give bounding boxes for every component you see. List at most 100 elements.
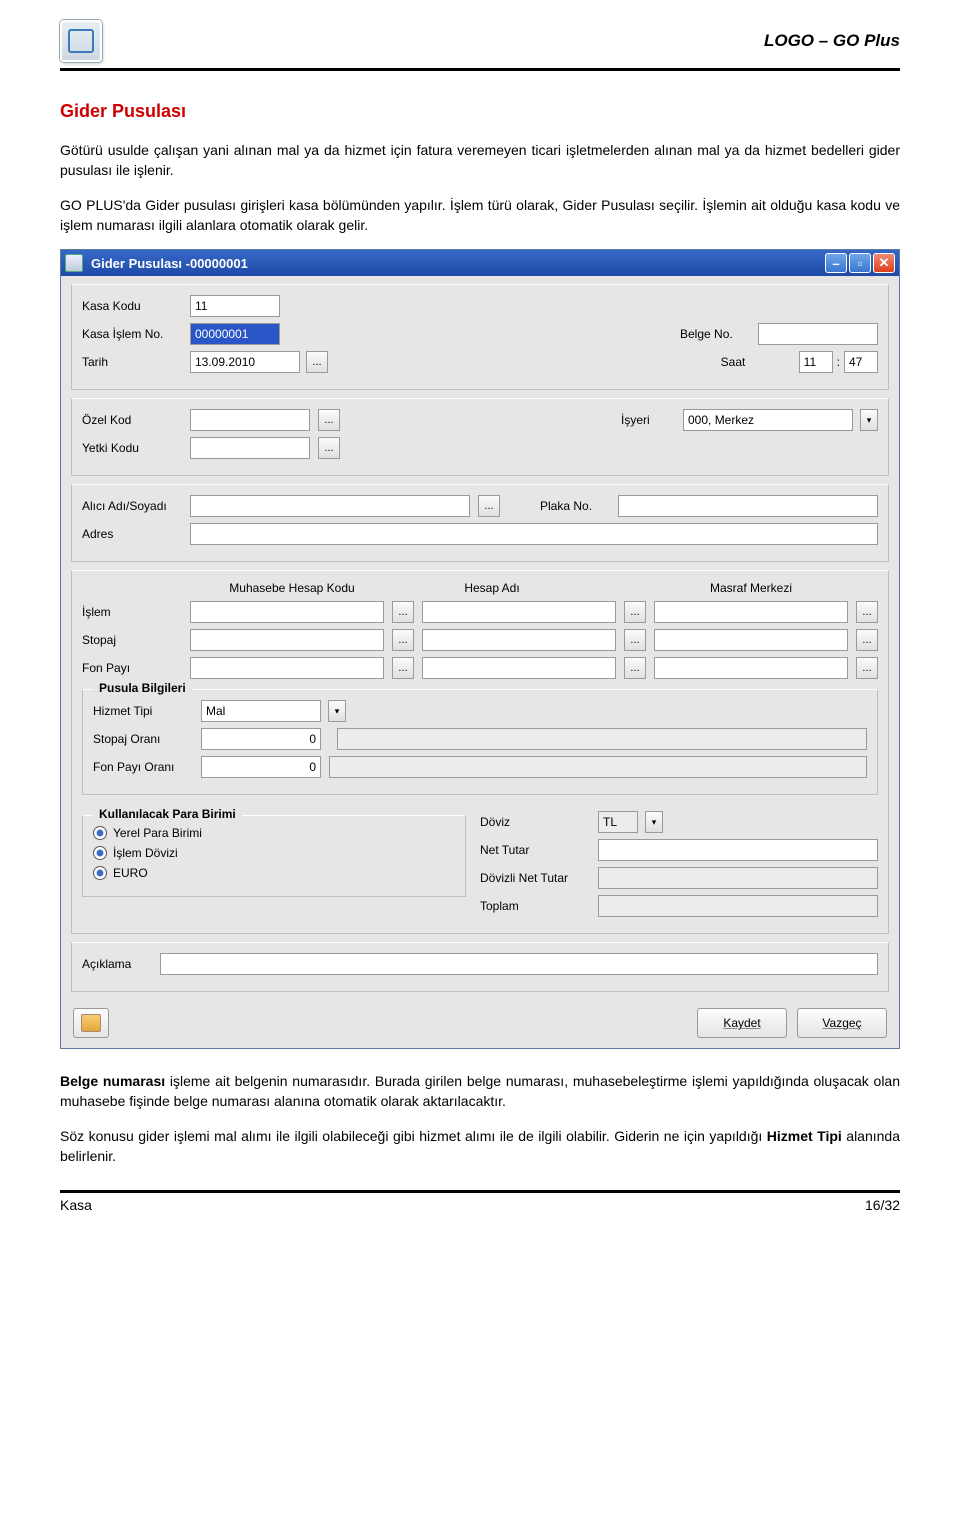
save-button[interactable]: Kaydet [697,1008,787,1038]
footer-right: 16/32 [865,1197,900,1213]
ozel-kod-lookup-button[interactable]: ... [318,409,340,431]
radio-islem-dovizi[interactable]: İşlem Dövizi [93,846,455,860]
label-alici: Alıcı Adı/Soyadı [82,499,182,513]
date-picker-button[interactable]: ... [306,351,328,373]
window-title: Gider Pusulası -00000001 [91,256,825,271]
alici-lookup-button[interactable]: ... [478,495,500,517]
window-app-icon [65,254,83,272]
col-muh-kodu: Muhasebe Hesap Kodu [192,581,392,595]
input-plaka[interactable] [618,495,878,517]
hizmet-tipi-dropdown[interactable]: ▾ [328,700,346,722]
input-islem-muh[interactable] [190,601,384,623]
input-kasa-kodu[interactable] [190,295,280,317]
input-adres[interactable] [190,523,878,545]
panel-accounts: Muhasebe Hesap Kodu Hesap Adı Masraf Mer… [71,570,889,934]
paragraph-3: Belge numarası işleme ait belgenin numar… [60,1071,900,1112]
col-masraf: Masraf Merkezi [592,581,792,595]
legend-pusula: Pusula Bilgileri [93,681,192,695]
input-alici[interactable] [190,495,470,517]
stopaj-hesap-lookup[interactable]: ... [624,629,646,651]
titlebar[interactable]: Gider Pusulası -00000001 – ▫ ✕ [61,250,899,276]
isyeri-dropdown-button[interactable]: ▾ [860,409,878,431]
label-doviz: Döviz [480,815,590,829]
label-adres: Adres [82,527,182,541]
input-fonpayi-muh[interactable] [190,657,384,679]
para3-bold: Belge numarası [60,1073,165,1089]
input-stopaj-muh[interactable] [190,629,384,651]
label-aciklama: Açıklama [82,957,152,971]
group-pusula-bilgileri: Pusula Bilgileri Hizmet Tipi ▾ Stopaj Or… [82,689,878,795]
input-ozel-kod[interactable] [190,409,310,431]
panel-buyer: Alıcı Adı/Soyadı ... Plaka No. Adres [71,484,889,562]
islem-muh-lookup[interactable]: ... [392,601,414,623]
fonpayi-muh-lookup[interactable]: ... [392,657,414,679]
maximize-button[interactable]: ▫ [849,253,871,273]
label-stopaj: Stopaj [82,633,182,647]
input-tarih[interactable] [190,351,300,373]
input-stopaj-orani[interactable] [201,728,321,750]
input-islem-hesap[interactable] [422,601,616,623]
radio-euro[interactable]: EURO [93,866,455,880]
fonpayi-masraf-lookup[interactable]: ... [856,657,878,679]
input-dovizli-net [598,867,878,889]
islem-hesap-lookup[interactable]: ... [624,601,646,623]
para4-a: Söz konusu gider işlemi mal alımı ile il… [60,1128,767,1144]
label-belge-no: Belge No. [680,327,750,341]
radio-yerel[interactable]: Yerel Para Birimi [93,826,455,840]
label-tarih: Tarih [82,355,182,369]
page-header: LOGO – GO Plus [60,20,900,71]
stopaj-muh-lookup[interactable]: ... [392,629,414,651]
fonpayi-hesap-lookup[interactable]: ... [624,657,646,679]
label-toplam: Toplam [480,899,590,913]
radio-yerel-label: Yerel Para Birimi [113,826,202,840]
notes-button[interactable] [73,1008,109,1038]
doviz-dropdown[interactable]: ▾ [645,811,663,833]
input-saat-m[interactable] [844,351,878,373]
paragraph-2: GO PLUS'da Gider pusulası girişleri kasa… [60,195,900,236]
input-fonpayi-hesap[interactable] [422,657,616,679]
label-kasa-kodu: Kasa Kodu [82,299,182,313]
input-fon-payi-orani[interactable] [201,756,321,778]
footer-left: Kasa [60,1197,92,1213]
window-controls: – ▫ ✕ [825,253,895,273]
yetki-kodu-lookup-button[interactable]: ... [318,437,340,459]
minimize-button[interactable]: – [825,253,847,273]
input-fon-payi-amount [329,756,867,778]
page-footer: Kasa 16/32 [60,1190,900,1213]
islem-masraf-lookup[interactable]: ... [856,601,878,623]
cancel-button[interactable]: Vazgeç [797,1008,887,1038]
time-colon: : [837,355,840,369]
label-plaka: Plaka No. [540,499,610,513]
input-belge-no[interactable] [758,323,878,345]
button-bar: Kaydet Vazgeç [61,1000,899,1048]
input-saat-h[interactable] [799,351,833,373]
label-yetki-kodu: Yetki Kodu [82,441,182,455]
input-islem-masraf[interactable] [654,601,848,623]
input-kasa-islem-no[interactable] [190,323,280,345]
input-fonpayi-masraf[interactable] [654,657,848,679]
label-fon-payi-orani: Fon Payı Oranı [93,760,193,774]
input-stopaj-hesap[interactable] [422,629,616,651]
legend-currency: Kullanılacak Para Birimi [93,807,242,821]
logo-icon [60,20,102,62]
col-hesap-adi: Hesap Adı [392,581,592,595]
input-net-tutar[interactable] [598,839,878,861]
panel-codes: Özel Kod ... İşyeri ▾ Yetki Kodu ... [71,398,889,476]
input-aciklama[interactable] [160,953,878,975]
input-stopaj-amount [337,728,867,750]
label-net-tutar: Net Tutar [480,843,590,857]
para4-bold: Hizmet Tipi [767,1128,842,1144]
input-stopaj-masraf[interactable] [654,629,848,651]
close-button[interactable]: ✕ [873,253,895,273]
input-yetki-kodu[interactable] [190,437,310,459]
radio-icon [93,846,107,860]
input-isyeri[interactable] [683,409,853,431]
label-fon-payi: Fon Payı [82,661,182,675]
notes-icon [81,1014,101,1032]
label-saat: Saat [721,355,791,369]
label-isyeri: İşyeri [621,413,675,427]
brand-title: LOGO – GO Plus [764,31,900,51]
input-hizmet-tipi[interactable] [201,700,321,722]
stopaj-masraf-lookup[interactable]: ... [856,629,878,651]
radio-islem-dovizi-label: İşlem Dövizi [113,846,178,860]
